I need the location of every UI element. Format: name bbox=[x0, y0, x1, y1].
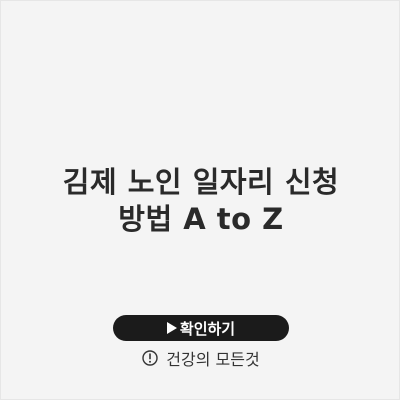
exclamation-icon bbox=[142, 350, 158, 366]
play-icon bbox=[166, 322, 177, 334]
confirm-button-label: 확인하기 bbox=[179, 319, 236, 338]
title-line-2: 방법 A to Z bbox=[118, 202, 284, 236]
thumbnail-card: 김제 노인 일자리 신청 방법 A to Z 확인하기 건강의 모든것 bbox=[0, 0, 400, 400]
title-line-1: 김제 노인 일자리 신청 bbox=[62, 165, 340, 199]
confirm-button[interactable]: 확인하기 bbox=[113, 315, 289, 341]
site-name: 건강의 모든것 bbox=[166, 350, 260, 369]
page-title: 김제 노인 일자리 신청 방법 A to Z bbox=[1, 164, 400, 238]
site-footer: 건강의 모든것 bbox=[1, 346, 400, 370]
